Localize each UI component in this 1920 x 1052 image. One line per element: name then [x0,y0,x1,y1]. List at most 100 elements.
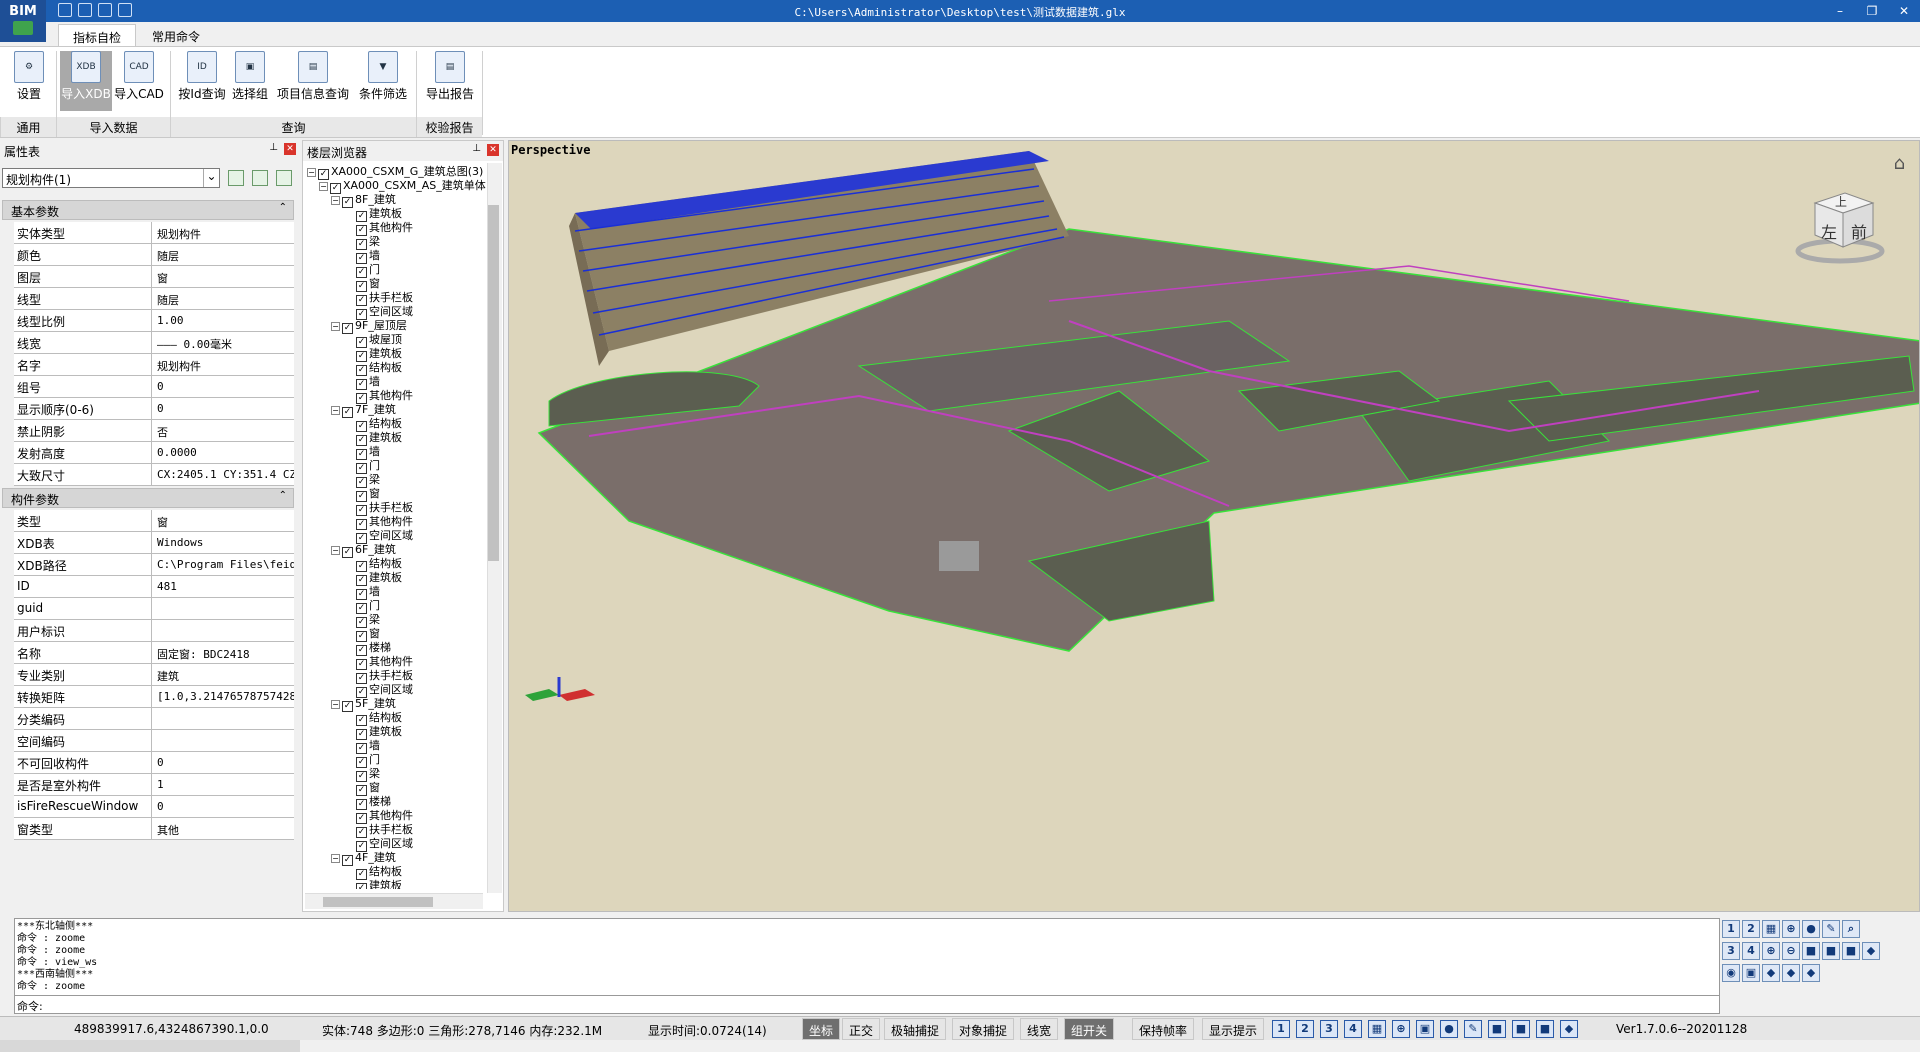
cube-front-icon[interactable]: ■ [1802,942,1820,960]
property-value[interactable]: C:\Program Files\feiq\R [154,554,294,575]
floor-tree-node[interactable]: ✓ 门 [307,753,487,768]
floor-tree-node[interactable]: ✓ 门 [307,459,487,474]
floor-tree-node[interactable]: ✓ 扶手栏板 [307,291,487,306]
cube-iso-icon[interactable]: ◆ [1862,942,1880,960]
zoom-minus-icon[interactable]: ⊖ [1782,942,1800,960]
expand-toggle-icon[interactable]: − [331,196,340,205]
condition-filter-button[interactable]: ▼ 条件筛选 [354,51,412,111]
floor-tree-node[interactable]: ✓ 其他构件 [307,515,487,530]
floor-tree-node[interactable]: ✓ 门 [307,263,487,278]
vertical-scrollbar[interactable] [487,163,502,893]
floor-tree-node[interactable]: ✓ 梁 [307,613,487,628]
expand-toggle-icon[interactable]: − [331,546,340,555]
floor-tree-node[interactable]: − ✓ 4F_建筑 [307,851,487,866]
status-tool-icon[interactable]: ■ [1536,1020,1554,1038]
floor-tree-node[interactable]: ✓ 结构板 [307,557,487,572]
cube-nw-icon[interactable]: ◆ [1782,964,1800,982]
status-tool-icon[interactable]: 1 [1272,1020,1290,1038]
tab-self-check[interactable]: 指标自检 [58,24,137,46]
status-tool-icon[interactable]: 2 [1296,1020,1314,1038]
status-toggle-button[interactable]: 显示提示 [1202,1018,1265,1040]
floor-tree-node[interactable]: ✓ 梁 [307,473,487,488]
status-tool-icon[interactable]: 4 [1344,1020,1362,1038]
floor-tree-node[interactable]: ✓ 墙 [307,585,487,600]
chevron-down-icon[interactable]: ⌄ [203,169,219,187]
zoom-window-icon[interactable]: ⌕ [1842,920,1860,938]
settings-button[interactable]: ⚙ 设置 [8,51,50,111]
property-value[interactable]: 规划构件 [154,222,294,243]
status-toggle-button[interactable]: 极轴捕捉 [884,1018,947,1040]
floor-tree-node[interactable]: ✓ 墙 [307,375,487,390]
floor-tree-node[interactable]: ✓ 空间区域 [307,305,487,320]
floor-tree-node[interactable]: − ✓ 9F_屋顶层 [307,319,487,334]
pin-icon[interactable]: ⊥ [472,143,481,154]
import-xdb-button[interactable]: XDB 导入XDB [60,51,112,111]
select-group-button[interactable]: ▣ 选择组 [228,51,272,111]
floor-tree-node[interactable]: ✓ 墙 [307,249,487,264]
expand-toggle-icon[interactable]: − [319,182,328,191]
status-tool-icon[interactable]: 3 [1320,1020,1338,1038]
floor-tree-node[interactable]: ✓ 扶手栏板 [307,669,487,684]
layers-icon[interactable]: ▦ [1762,920,1780,938]
property-value[interactable]: 固定窗: BDC2418 [154,642,294,663]
property-value[interactable]: [1.0,3.2147657875742886 [154,686,294,707]
floor-tree-node[interactable]: − ✓ 5F_建筑 [307,697,487,712]
property-section-header[interactable]: 基本参数 ⌃ [2,200,294,220]
status-tool-icon[interactable]: ⊕ [1392,1020,1410,1038]
floor-tree-node[interactable]: ✓ 建筑板 [307,347,487,362]
frame-icon[interactable]: ▣ [1742,964,1760,982]
property-value[interactable]: Windows [154,532,294,553]
status-tool-icon[interactable]: ▦ [1368,1020,1386,1038]
scene-canvas[interactable] [509,141,1920,912]
floor-tree-node[interactable]: ✓ 结构板 [307,361,487,376]
floor-tree-node[interactable]: ✓ 其他构件 [307,221,487,236]
floor-tree-node[interactable]: − ✓ 8F_建筑 [307,193,487,208]
collapse-icon[interactable]: ⌃ [279,202,287,213]
property-value[interactable] [154,730,294,751]
floor-tree-node[interactable]: ✓ 窗 [307,781,487,796]
refresh-icon[interactable] [252,170,268,186]
tab-common-commands[interactable]: 常用命令 [138,24,214,46]
view-4-icon[interactable]: 4 [1742,942,1760,960]
property-value[interactable]: 481 [154,576,294,597]
globe-icon[interactable]: ● [1802,920,1820,938]
floor-tree-node[interactable]: ✓ 结构板 [307,865,487,880]
floor-tree-node[interactable]: ✓ 门 [307,599,487,614]
pin-icon[interactable]: ⊥ [269,142,278,153]
property-value[interactable]: CX:2405.1 CY:351.4 CZ:1 [154,464,294,485]
property-section-header[interactable]: 构件参数 ⌃ [2,488,294,508]
floor-tree-node[interactable]: ✓ 建筑板 [307,431,487,446]
floor-tree-node[interactable]: ✓ 墙 [307,445,487,460]
status-toggle-button[interactable]: 正交 [842,1018,881,1040]
view-cube[interactable]: 上 左 前 [1795,185,1885,265]
status-toggle-button[interactable]: 组开关 [1064,1018,1115,1040]
floor-tree-node[interactable]: ✓ 扶手栏板 [307,823,487,838]
zoom-in-icon[interactable]: ⊕ [1782,920,1800,938]
floor-tree-node[interactable]: ✓ 其他构件 [307,655,487,670]
floor-tree-node[interactable]: ✓ 窗 [307,277,487,292]
status-toggle-button[interactable]: 坐标 [802,1018,841,1040]
status-tool-icon[interactable]: ● [1440,1020,1458,1038]
view-1-icon[interactable]: 1 [1722,920,1740,938]
close-icon[interactable]: ✕ [487,144,499,156]
floor-tree-node[interactable]: − ✓ 6F_建筑 [307,543,487,558]
status-toggle-button[interactable]: 保持帧率 [1132,1018,1195,1040]
horizontal-scrollbar[interactable] [305,893,483,909]
property-value[interactable]: 规划构件 [154,354,294,375]
property-value[interactable]: 0.0000 [154,442,294,463]
project-info-button[interactable]: ▤ 项目信息查询 [272,51,354,111]
cube-sw-icon[interactable]: ◆ [1802,964,1820,982]
floor-tree-node[interactable]: ✓ 其他构件 [307,809,487,824]
record-icon[interactable]: ◉ [1722,964,1740,982]
property-value[interactable]: 1.00 [154,310,294,331]
property-value[interactable]: 窗 [154,266,294,287]
property-value[interactable]: ——— 0.00毫米 [154,332,294,353]
checkbox-checked[interactable]: ✓ [356,883,367,889]
floor-tree-node[interactable]: ✓ 建筑板 [307,207,487,222]
cube-top-icon[interactable]: ■ [1842,942,1860,960]
floor-tree-node[interactable]: ✓ 建筑板 [307,725,487,740]
floor-tree-node[interactable]: ✓ 窗 [307,627,487,642]
floor-tree-node[interactable]: ✓ 空间区域 [307,683,487,698]
floor-tree-node[interactable]: − ✓ 7F_建筑 [307,403,487,418]
property-value[interactable]: 否 [154,420,294,441]
